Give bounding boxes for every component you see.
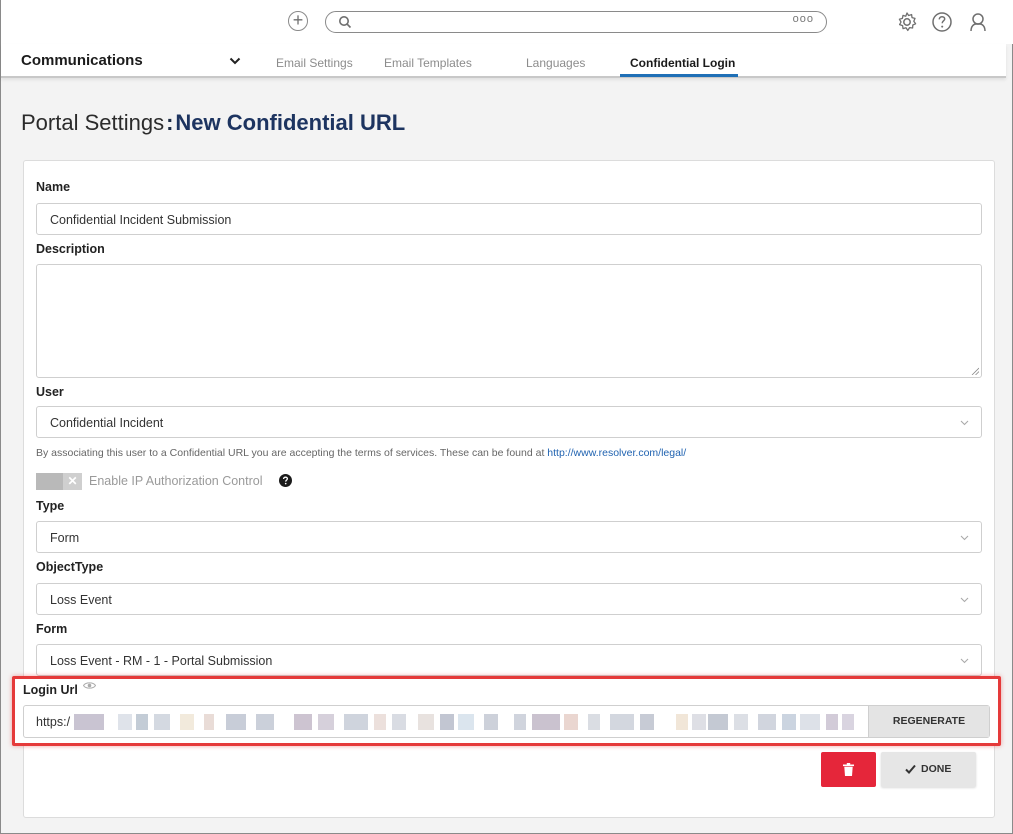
active-tab-indicator xyxy=(620,74,738,77)
terms-notice: By associating this user to a Confidenti… xyxy=(36,447,686,459)
add-icon[interactable]: + xyxy=(288,11,308,31)
objecttype-label: ObjectType xyxy=(36,560,104,574)
checkmark-icon xyxy=(905,764,916,774)
login-url-value: https:/ xyxy=(36,715,71,729)
search-input[interactable]: ooo xyxy=(325,11,827,33)
page-title-prefix: Portal Settings xyxy=(21,110,165,135)
name-label: Name xyxy=(36,180,71,194)
ip-authorization-label: Enable IP Authorization Control xyxy=(89,474,263,488)
type-select[interactable]: Form xyxy=(36,521,982,553)
login-url-field[interactable]: https:/ REGENERATE xyxy=(23,705,990,738)
chevron-down-icon xyxy=(960,535,969,541)
toggle-knob xyxy=(36,473,63,490)
tab-email-templates[interactable]: Email Templates xyxy=(384,56,472,70)
description-label: Description xyxy=(36,242,105,256)
delete-button[interactable] xyxy=(821,752,876,787)
page-title-sub: New Confidential URL xyxy=(175,110,406,135)
chevron-down-icon[interactable] xyxy=(229,56,241,66)
done-button[interactable]: DONE xyxy=(881,752,976,787)
name-value: Confidential Incident Submission xyxy=(50,213,232,227)
form-select[interactable]: Loss Event - RM - 1 - Portal Submission xyxy=(36,644,982,676)
user-label: User xyxy=(36,385,64,399)
description-field[interactable] xyxy=(36,264,982,378)
resize-handle-icon[interactable] xyxy=(971,367,979,375)
question-circle-icon[interactable] xyxy=(279,474,292,487)
form-value: Loss Event - RM - 1 - Portal Submission xyxy=(50,654,273,668)
search-icon xyxy=(339,16,352,29)
objecttype-select[interactable]: Loss Event xyxy=(36,583,982,615)
tab-email-settings[interactable]: Email Settings xyxy=(276,56,353,70)
regenerate-button[interactable]: REGENERATE xyxy=(868,706,989,737)
eye-icon[interactable] xyxy=(83,681,96,690)
chevron-down-icon xyxy=(960,420,969,426)
user-value: Confidential Incident xyxy=(50,416,164,430)
gear-icon[interactable] xyxy=(895,10,919,34)
type-value: Form xyxy=(50,531,80,545)
ip-authorization-toggle[interactable]: ✕ xyxy=(36,473,82,490)
terms-link[interactable]: http://www.resolver.com/legal/ xyxy=(547,447,686,459)
page-title: Portal Settings:New Confidential URL xyxy=(21,110,405,136)
terms-text: By associating this user to a Confidenti… xyxy=(36,447,548,459)
done-label: DONE xyxy=(921,763,952,775)
app-window: + ooo Communications Email Settings Emai… xyxy=(0,0,1013,834)
tab-languages[interactable]: Languages xyxy=(526,56,585,70)
search-more-icon[interactable]: ooo xyxy=(793,13,814,25)
tab-confidential-login[interactable]: Confidential Login xyxy=(630,56,735,70)
chevron-down-icon xyxy=(960,658,969,664)
form-label: Form xyxy=(36,622,68,636)
user-profile-icon[interactable] xyxy=(966,10,990,34)
redacted-url-blur xyxy=(74,714,868,730)
trash-icon xyxy=(843,763,854,776)
top-bar: + ooo xyxy=(1,0,1013,44)
help-circle-icon[interactable] xyxy=(930,10,954,34)
name-field[interactable]: Confidential Incident Submission xyxy=(36,203,982,235)
toggle-off-icon: ✕ xyxy=(63,473,82,490)
page-title-separator: : xyxy=(166,110,174,135)
app-nav-bar: Communications Email Settings Email Temp… xyxy=(1,44,1006,78)
objecttype-value: Loss Event xyxy=(50,593,112,607)
app-selector[interactable]: Communications xyxy=(21,52,143,69)
login-url-label: Login Url xyxy=(23,683,78,697)
type-label: Type xyxy=(36,499,65,513)
chevron-down-icon xyxy=(960,597,969,603)
user-select[interactable]: Confidential Incident xyxy=(36,406,982,438)
